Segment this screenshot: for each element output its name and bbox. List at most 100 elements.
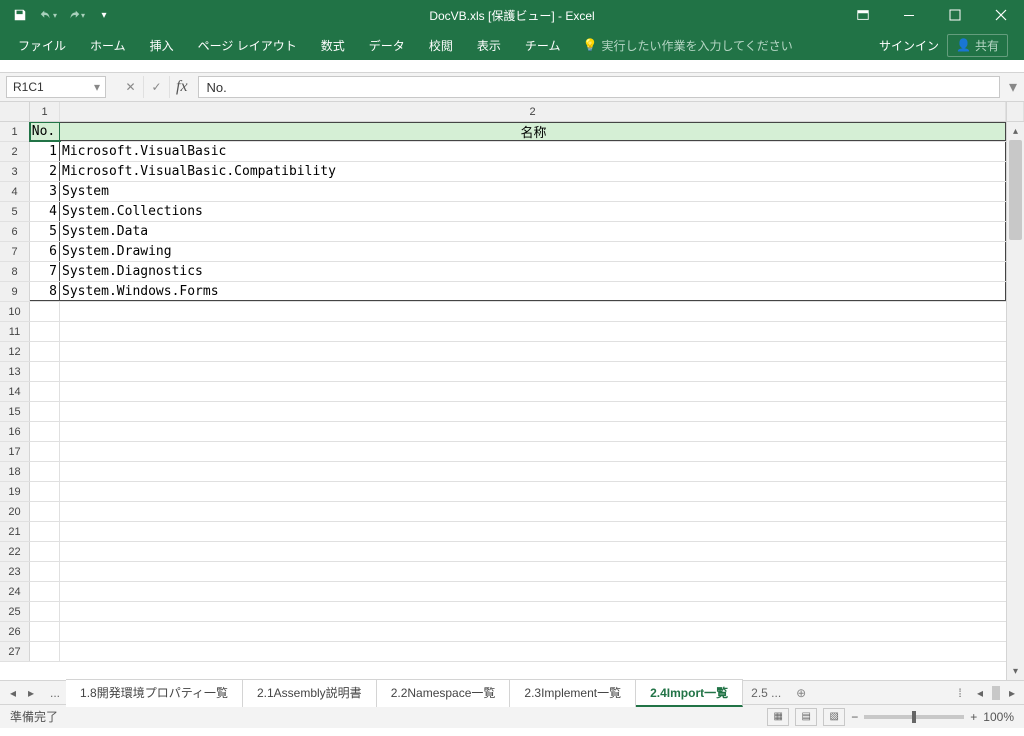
cell-name[interactable]: System.Drawing [60,242,1006,261]
sheet-tab-more[interactable]: 2.5 ... [743,682,789,704]
row-header[interactable]: 16 [0,422,30,441]
row-header[interactable]: 3 [0,162,30,181]
maximize-button[interactable] [932,0,978,30]
row-header[interactable]: 11 [0,322,30,341]
cell[interactable] [60,642,1006,661]
row-header[interactable]: 18 [0,462,30,481]
row-header[interactable]: 23 [0,562,30,581]
cell[interactable] [30,582,60,601]
sheet-tab[interactable]: 2.4Import一覧 [636,679,743,707]
row-header[interactable]: 1 [0,122,30,141]
cell[interactable] [30,322,60,341]
view-pagelayout-icon[interactable]: ▤ [795,708,817,726]
cell[interactable] [30,622,60,641]
view-normal-icon[interactable]: ▦ [767,708,789,726]
row-header[interactable]: 4 [0,182,30,201]
chevron-down-icon[interactable]: ▾ [89,80,105,94]
cell[interactable] [60,322,1006,341]
cell[interactable] [60,482,1006,501]
cell[interactable] [60,582,1006,601]
vertical-scrollbar[interactable]: ▴ ▾ [1006,122,1024,680]
row-header[interactable]: 22 [0,542,30,561]
cell-no[interactable]: 5 [30,222,60,241]
scroll-down-icon[interactable]: ▾ [1007,662,1024,680]
select-all-corner[interactable] [0,102,30,121]
row-header[interactable]: 27 [0,642,30,661]
view-pagebreak-icon[interactable]: ▧ [823,708,845,726]
name-box[interactable]: R1C1 ▾ [6,76,106,98]
tab-data[interactable]: データ [357,30,417,60]
close-button[interactable] [978,0,1024,30]
formula-cancel-icon[interactable]: ✕ [118,76,144,98]
cell[interactable] [30,382,60,401]
qat-customize-icon[interactable]: ▾ [92,3,116,27]
cell[interactable] [60,502,1006,521]
cell[interactable] [60,402,1006,421]
zoom-in-button[interactable]: + [970,710,977,724]
row-header[interactable]: 19 [0,482,30,501]
formula-enter-icon[interactable]: ✓ [144,76,170,98]
row-header[interactable]: 24 [0,582,30,601]
header-cell-name[interactable]: 名称 [60,122,1006,141]
row-header[interactable]: 25 [0,602,30,621]
zoom-percent[interactable]: 100% [983,710,1014,724]
tab-insert[interactable]: 挿入 [138,30,186,60]
minimize-button[interactable] [886,0,932,30]
cell-no[interactable]: 7 [30,262,60,281]
cell[interactable] [60,342,1006,361]
sheet-tab[interactable]: 2.2Namespace一覧 [377,679,511,707]
cell[interactable] [60,602,1006,621]
cell[interactable] [30,362,60,381]
row-header[interactable]: 12 [0,342,30,361]
row-header[interactable]: 10 [0,302,30,321]
hscroll-left-icon[interactable]: ◂ [972,686,988,700]
scroll-up-icon[interactable]: ▴ [1007,122,1024,140]
tab-home[interactable]: ホーム [78,30,138,60]
row-header[interactable]: 15 [0,402,30,421]
undo-icon[interactable]: ▾ [36,3,60,27]
tab-file[interactable]: ファイル [6,30,78,60]
cell[interactable] [60,542,1006,561]
signin-link[interactable]: サインイン [879,37,939,54]
cell-no[interactable]: 2 [30,162,60,181]
cell[interactable] [30,602,60,621]
row-header[interactable]: 21 [0,522,30,541]
hscroll-right-icon[interactable]: ▸ [1004,686,1020,700]
save-icon[interactable] [8,3,32,27]
row-header[interactable]: 8 [0,262,30,281]
share-button[interactable]: 👤 共有 [947,34,1008,57]
cell-name[interactable]: System.Diagnostics [60,262,1006,281]
cell-name[interactable]: System [60,182,1006,201]
cell[interactable] [30,302,60,321]
column-header-2[interactable]: 2 [60,102,1006,121]
column-header-1[interactable]: 1 [30,102,60,121]
cell[interactable] [60,462,1006,481]
scroll-thumb[interactable] [1009,140,1022,240]
cell[interactable] [60,302,1006,321]
cell[interactable] [30,542,60,561]
row-header[interactable]: 14 [0,382,30,401]
sheet-nav-prev-icon[interactable]: ◂ [4,684,22,702]
cell-name[interactable]: Microsoft.VisualBasic [60,142,1006,161]
tab-formulas[interactable]: 数式 [309,30,357,60]
zoom-out-button[interactable]: − [851,710,858,724]
tell-me-search[interactable]: 💡 実行したい作業を入力してください [572,30,802,60]
cell[interactable] [30,462,60,481]
formula-expand-icon[interactable]: ▾ [1006,77,1020,97]
cell[interactable] [60,562,1006,581]
tab-team[interactable]: チーム [513,30,573,60]
cell-name[interactable]: System.Windows.Forms [60,282,1006,301]
zoom-slider[interactable] [864,715,964,719]
cell[interactable] [30,422,60,441]
cell-no[interactable]: 4 [30,202,60,221]
cell[interactable] [30,502,60,521]
formula-bar-input[interactable]: No. [198,76,1000,98]
cell[interactable] [60,522,1006,541]
cell[interactable] [60,382,1006,401]
cell[interactable] [30,642,60,661]
hscroll-sep-icon[interactable]: ⁞ [952,686,968,700]
cell[interactable] [30,442,60,461]
ribbon-display-options-icon[interactable] [840,0,886,30]
hscroll-thumb[interactable] [992,686,1000,700]
cell-no[interactable]: 1 [30,142,60,161]
